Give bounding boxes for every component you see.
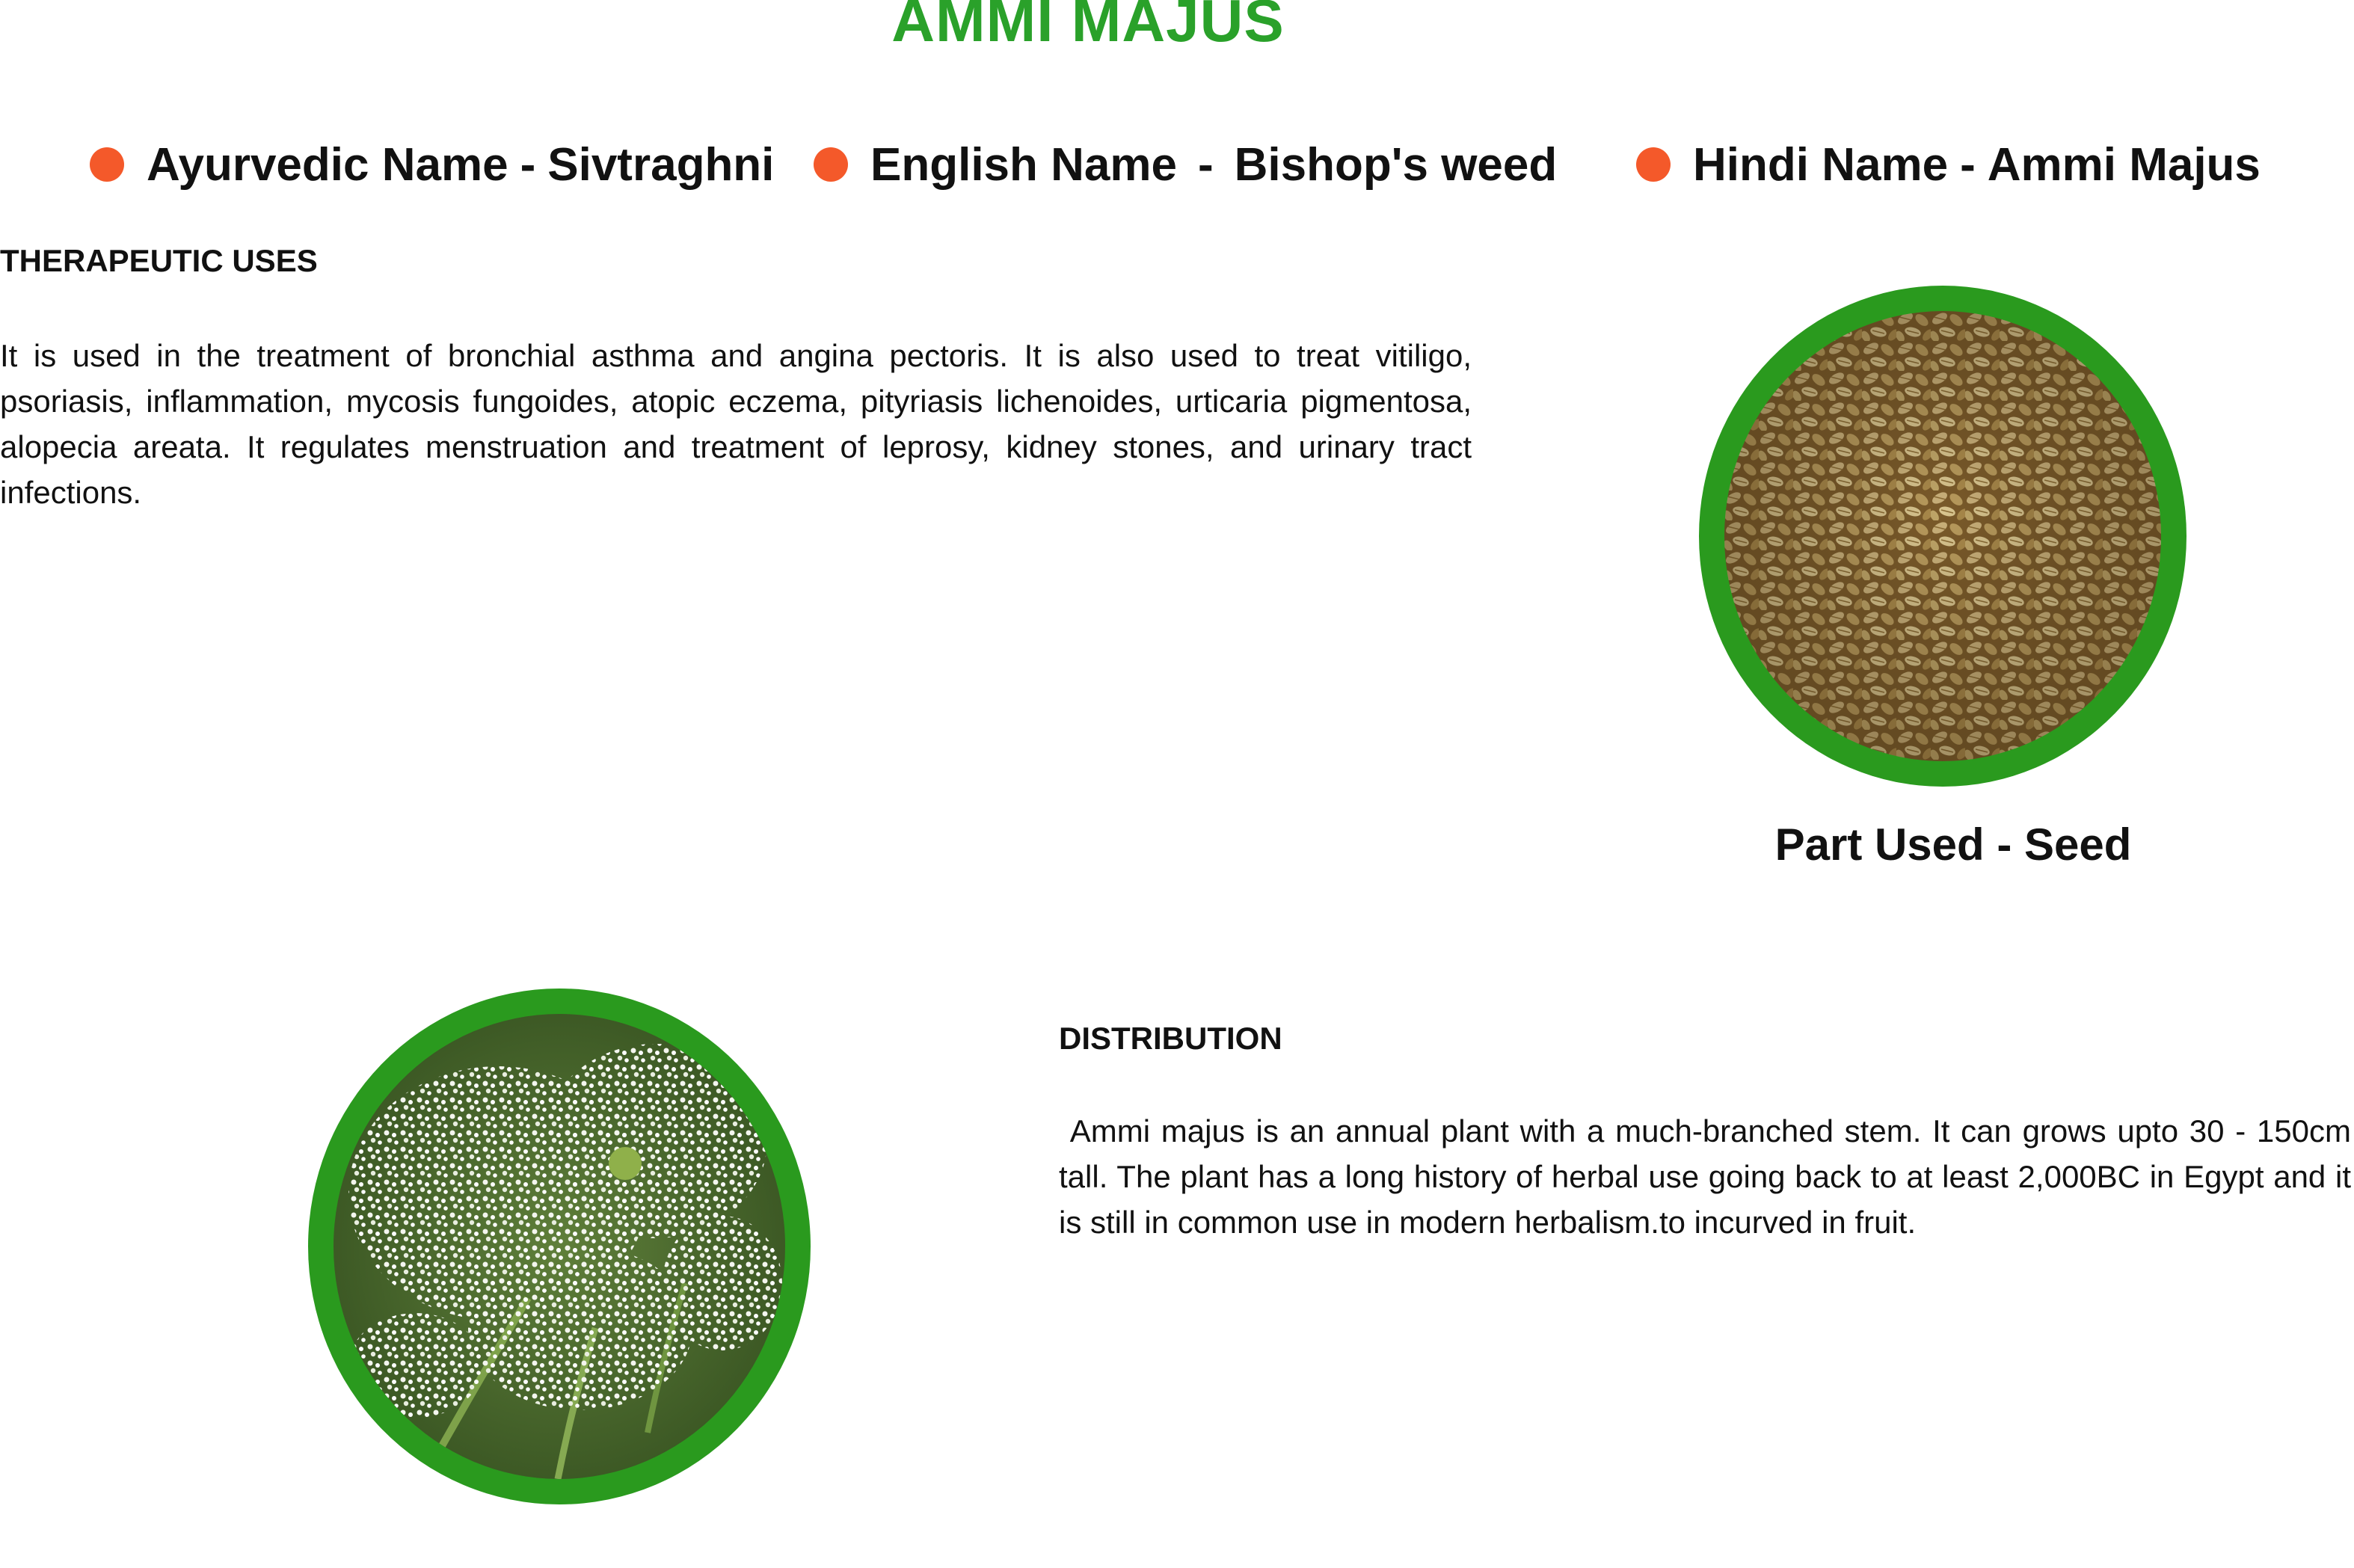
seed-texture <box>1724 311 2161 761</box>
distribution-text: Ammi majus is an annual plant with a muc… <box>1059 1113 2351 1240</box>
flower-photo <box>334 1014 785 1479</box>
english-name: English Name - Bishop's weed <box>814 135 1557 194</box>
bullet-icon <box>90 147 124 182</box>
hindi-name: Hindi Name - Ammi Majus <box>1636 135 2261 194</box>
hindi-name-value: Ammi Majus <box>1987 138 2261 191</box>
english-name-value: Bishop's weed <box>1234 138 1558 191</box>
bullet-icon <box>814 147 848 182</box>
page-title: AMMI MAJUS <box>891 0 1285 54</box>
ayurvedic-name: Ayurvedic Name - Sivtraghni <box>90 135 774 194</box>
seed-image-ring <box>1699 286 2186 787</box>
therapeutic-text: It is used in the treatment of bronchial… <box>0 338 1472 510</box>
flower-texture <box>334 1014 785 1479</box>
flower-image-ring <box>308 989 811 1504</box>
seed-photo <box>1724 311 2161 761</box>
ayurvedic-name-label: Ayurvedic Name <box>147 138 508 191</box>
ayurvedic-name-separator: - <box>520 138 536 191</box>
distribution-heading: DISTRIBUTION <box>1059 1021 1282 1056</box>
part-used-caption: Part Used - Seed <box>1774 820 2132 870</box>
hindi-name-label: Hindi Name <box>1693 138 1949 191</box>
english-name-separator: - <box>1198 138 1214 191</box>
ayurvedic-name-value: Sivtraghni <box>547 138 775 191</box>
hindi-name-separator: - <box>1960 138 1976 191</box>
english-name-label: English Name <box>870 138 1177 191</box>
bullet-icon <box>1636 147 1671 182</box>
therapeutic-heading: THERAPEUTIC USES <box>0 243 318 278</box>
